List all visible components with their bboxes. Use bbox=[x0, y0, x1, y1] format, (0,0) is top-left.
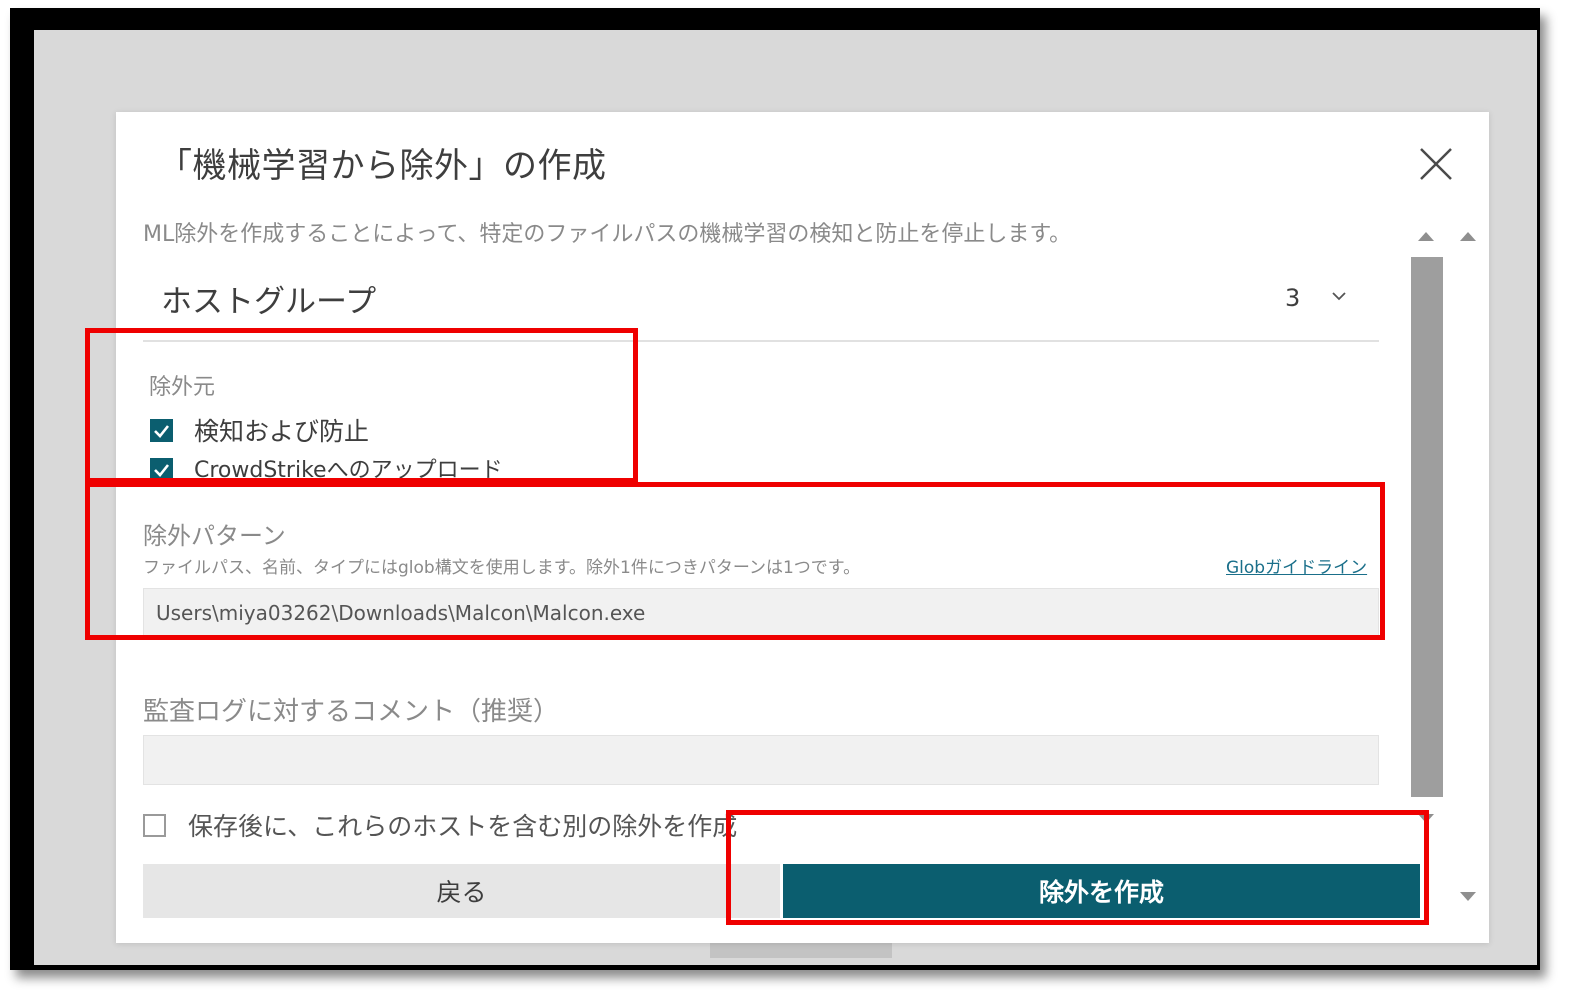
host-group-label: ホストグループ bbox=[161, 284, 377, 320]
check-icon bbox=[154, 425, 170, 438]
exclusion-pattern-input[interactable]: Users\miya03262\Downloads\Malcon\Malcon.… bbox=[143, 588, 1379, 638]
create-another-checkbox[interactable] bbox=[143, 814, 166, 837]
detect-prevent-label: 検知および防止 bbox=[194, 417, 370, 446]
detect-prevent-checkbox[interactable] bbox=[150, 419, 173, 442]
outer-scroll-up-arrow-icon[interactable] bbox=[1460, 232, 1476, 241]
upload-crowdstrike-label: CrowdStrikeへのアップロード bbox=[194, 458, 503, 483]
scroll-down-arrow-icon[interactable] bbox=[1418, 814, 1434, 823]
dialog-description: ML除外を作成することによって、特定のファイルパスの機械学習の検知と防止を停止し… bbox=[143, 222, 1072, 247]
host-group-section[interactable]: ホストグループ 3 bbox=[143, 262, 1379, 342]
outer-scroll-down-arrow-icon[interactable] bbox=[1460, 892, 1476, 901]
upload-crowdstrike-checkbox[interactable] bbox=[150, 458, 173, 481]
audit-comment-label: 監査ログに対するコメント（推奨） bbox=[143, 697, 560, 727]
dialog-title: 「機械学習から除外」の作成 bbox=[158, 146, 607, 186]
glob-guideline-link[interactable]: Globガイドライン bbox=[1226, 553, 1367, 578]
exclusion-pattern-help: ファイルパス、名前、タイプにはglob構文を使用します。除外1件につきパターンは… bbox=[143, 558, 861, 578]
host-group-count: 3 bbox=[1285, 284, 1301, 312]
check-icon bbox=[154, 464, 170, 477]
chevron-down-icon[interactable] bbox=[1331, 288, 1347, 304]
exclusion-pattern-label: 除外パターン bbox=[143, 522, 286, 550]
exclude-from-label: 除外元 bbox=[149, 375, 216, 400]
back-button[interactable]: 戻る bbox=[143, 864, 780, 918]
audit-comment-input[interactable] bbox=[143, 735, 1379, 785]
scroll-up-arrow-icon[interactable] bbox=[1418, 232, 1434, 241]
create-another-label: 保存後に、これらのホストを含む別の除外を作成 bbox=[188, 812, 738, 841]
create-ml-exclusion-dialog: 「機械学習から除外」の作成 ML除外を作成することによって、特定のファイルパスの… bbox=[116, 112, 1489, 943]
scrollbar-thumb[interactable] bbox=[1411, 257, 1443, 797]
close-icon[interactable] bbox=[1418, 146, 1454, 182]
screenshot-frame: 「機械学習から除外」の作成 ML除外を作成することによって、特定のファイルパスの… bbox=[10, 8, 1540, 970]
screen-backdrop: 「機械学習から除外」の作成 ML除外を作成することによって、特定のファイルパスの… bbox=[34, 30, 1537, 965]
create-exclusion-button[interactable]: 除外を作成 bbox=[783, 864, 1420, 918]
